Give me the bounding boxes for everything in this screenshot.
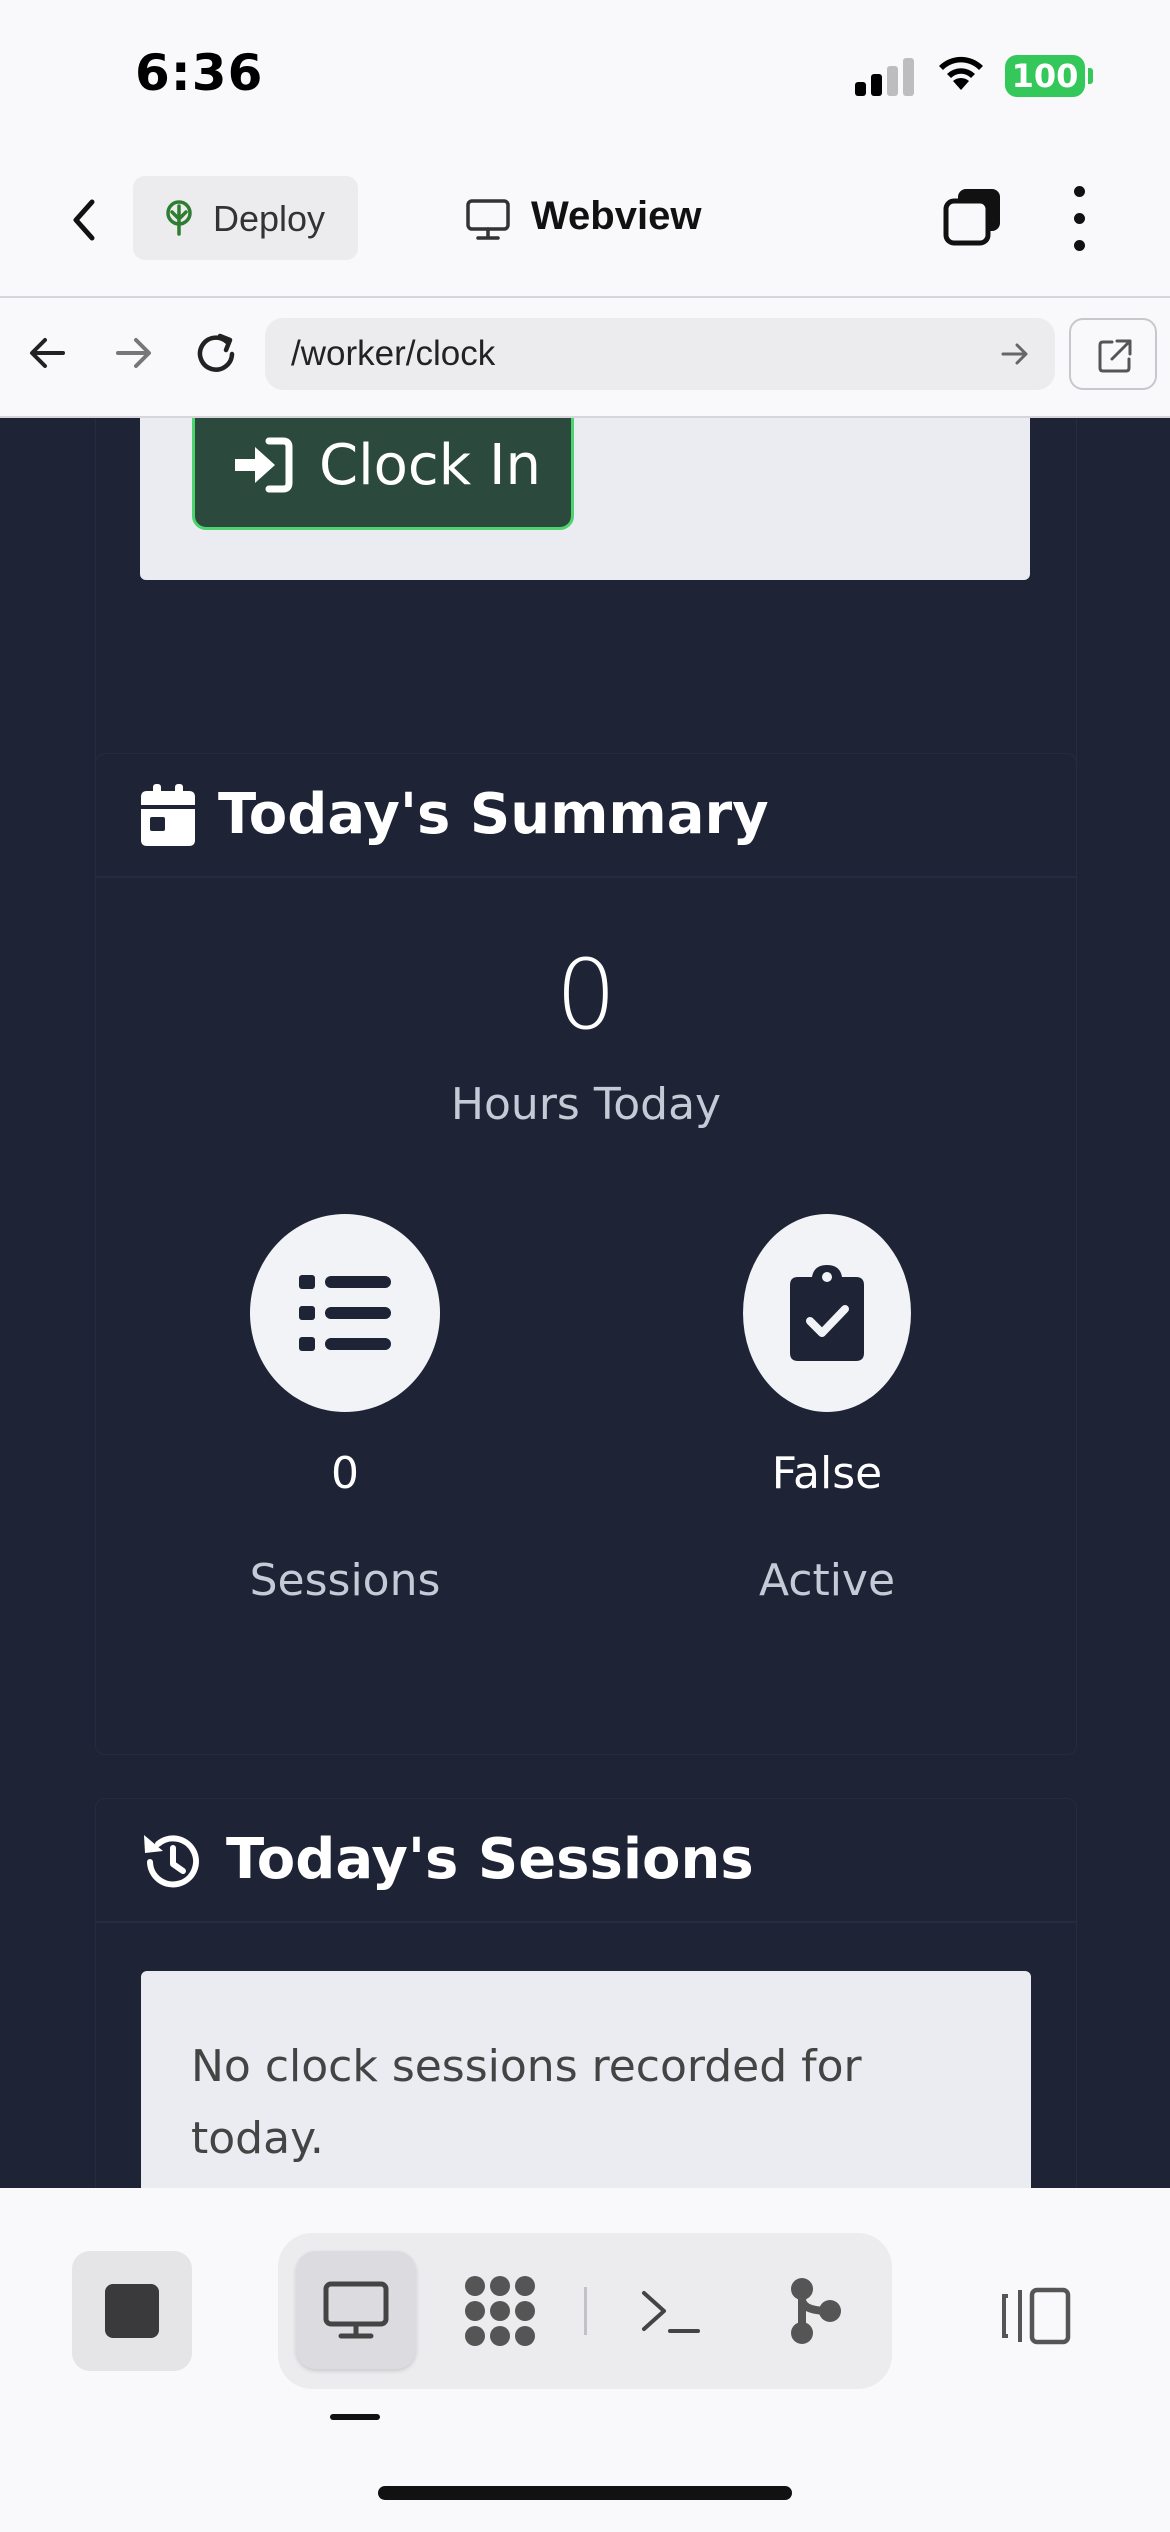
url-input[interactable]: /worker/clock — [265, 318, 1055, 390]
view-switcher — [278, 2233, 892, 2389]
windows-icon[interactable] — [940, 185, 1006, 251]
active-value: False — [771, 1448, 883, 1499]
webview-content: Clock In Today's Summary 0 Hours Today 0… — [0, 418, 1170, 2188]
url-text: /worker/clock — [291, 334, 496, 373]
history-icon — [144, 1835, 199, 1888]
hours-label: Hours Today — [450, 1079, 722, 1130]
active-label: Active — [758, 1555, 896, 1606]
sessions-card: Today's Sessions No clock sessions recor… — [95, 1798, 1077, 2188]
sessions-stat: 0 Sessions — [195, 1214, 495, 1606]
battery-indicator: 100 — [1005, 55, 1085, 97]
browser-bar: /worker/clock — [0, 298, 1170, 418]
open-external-button[interactable] — [1069, 318, 1157, 390]
active-stat: False Active — [677, 1214, 977, 1606]
external-link-icon — [1098, 339, 1132, 373]
active-stat-circle — [743, 1214, 911, 1412]
clock-in-label: Clock In — [319, 433, 541, 498]
reload-icon[interactable] — [190, 328, 242, 380]
more-options-icon[interactable] — [1062, 184, 1098, 254]
webview-label: Webview — [531, 194, 702, 238]
forward-arrow-icon[interactable] — [110, 328, 156, 378]
segment-divider — [584, 2287, 587, 2335]
home-indicator — [378, 2486, 792, 2500]
webview-view-button[interactable] — [296, 2251, 416, 2369]
back-arrow-icon[interactable] — [25, 328, 71, 378]
git-branch-icon[interactable] — [788, 2275, 844, 2347]
wifi-icon — [939, 56, 983, 90]
clock-in-button[interactable]: Clock In — [192, 418, 574, 530]
deploy-button[interactable]: Deploy — [133, 176, 358, 260]
summary-header: Today's Summary — [96, 754, 1076, 878]
summary-card: Today's Summary 0 Hours Today 0 Sessions — [95, 753, 1077, 1755]
tree-icon — [166, 200, 192, 236]
empty-state-message: No clock sessions recorded for today. — [191, 2041, 862, 2164]
sessions-stat-circle — [250, 1214, 440, 1412]
battery-nub — [1088, 68, 1093, 84]
app-header: Deploy Webview — [0, 150, 1170, 298]
cellular-signal-icon — [855, 56, 915, 96]
status-time: 6:36 — [135, 44, 264, 102]
empty-state-panel: No clock sessions recorded for today. — [141, 1971, 1031, 2188]
sessions-title: Today's Sessions — [226, 1827, 754, 1892]
status-bar: 6:36 100 — [0, 0, 1170, 150]
monitor-icon — [323, 2281, 389, 2339]
stop-icon — [105, 2284, 159, 2338]
clipboard-check-icon — [790, 1265, 864, 1361]
sign-in-icon — [235, 437, 293, 493]
monitor-icon — [466, 199, 510, 240]
active-tab-indicator — [330, 2414, 380, 2420]
stop-button[interactable] — [72, 2251, 192, 2371]
back-chevron-icon[interactable] — [60, 190, 110, 250]
sessions-value: 0 — [331, 1448, 359, 1499]
go-arrow-icon[interactable] — [999, 338, 1031, 370]
calendar-icon — [141, 784, 195, 846]
sessions-header: Today's Sessions — [96, 1799, 1076, 1923]
list-icon — [299, 1275, 391, 1351]
summary-title: Today's Summary — [218, 782, 769, 847]
hours-value: 0 — [555, 939, 617, 1051]
split-view-icon[interactable] — [1000, 2286, 1072, 2346]
blocks-icon[interactable] — [462, 2273, 538, 2349]
terminal-icon[interactable] — [638, 2281, 702, 2341]
bottom-toolbar — [0, 2188, 1170, 2532]
deploy-label: Deploy — [213, 198, 326, 239]
sessions-label: Sessions — [249, 1555, 441, 1606]
